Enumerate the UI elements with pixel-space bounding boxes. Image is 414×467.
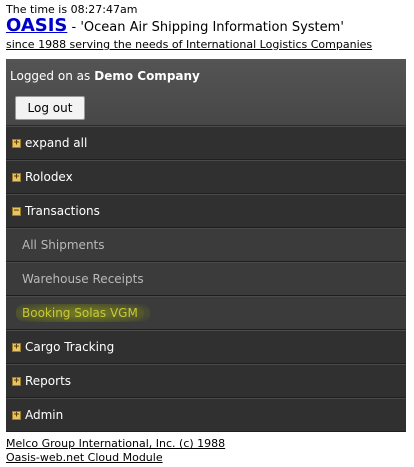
menu-item-label: Admin: [25, 408, 64, 422]
expand-plus-icon: +: [12, 375, 21, 386]
brand-separator: -: [67, 20, 81, 35]
collapse-minus-icon: −: [12, 205, 21, 216]
company-name: Demo Company: [94, 69, 200, 83]
logged-on-text: Logged on as Demo Company: [10, 69, 200, 83]
menu-item-label: expand all: [25, 136, 88, 150]
submenu-item-label: All Shipments: [22, 238, 105, 252]
submenu-item-label: Booking Solas VGM: [16, 304, 150, 322]
menu-item-label: Rolodex: [25, 170, 73, 184]
brand-link[interactable]: OASIS: [6, 15, 67, 36]
menu-item-cargo-tracking[interactable]: + Cargo Tracking: [6, 330, 406, 364]
page: The time is 08:27:47am OASIS - 'Ocean Ai…: [0, 0, 414, 467]
expand-plus-icon: +: [12, 341, 21, 352]
brand-header: OASIS - 'Ocean Air Shipping Information …: [6, 15, 344, 36]
submenu-item-label: Warehouse Receipts: [22, 272, 144, 286]
nav-menu: + expand all + Rolodex − Transactions Al…: [6, 126, 406, 432]
submenu-item-warehouse-receipts[interactable]: Warehouse Receipts: [6, 262, 406, 296]
logout-button[interactable]: Log out: [15, 96, 85, 120]
cloud-module-link[interactable]: Oasis-web.net Cloud Module: [6, 451, 163, 464]
menu-item-admin[interactable]: + Admin: [6, 398, 406, 432]
menu-item-label: Cargo Tracking: [25, 340, 115, 354]
copyright-link[interactable]: Melco Group International, Inc. (c) 1988: [6, 437, 225, 450]
menu-item-label: Reports: [25, 374, 72, 388]
expand-plus-icon: +: [12, 409, 21, 420]
logged-on-label: Logged on as: [10, 69, 91, 83]
expand-plus-icon: +: [12, 171, 21, 182]
expand-plus-icon: +: [12, 137, 21, 148]
menu-item-label: Transactions: [25, 204, 100, 218]
menu-item-transactions[interactable]: − Transactions: [6, 194, 406, 228]
menu-item-rolodex[interactable]: + Rolodex: [6, 160, 406, 194]
menu-item-expand-all[interactable]: + expand all: [6, 126, 406, 160]
since-link[interactable]: since 1988 serving the needs of Internat…: [6, 38, 372, 51]
menu-item-reports[interactable]: + Reports: [6, 364, 406, 398]
login-box: Logged on as Demo Company Log out: [6, 59, 406, 126]
side-menu-panel: Logged on as Demo Company Log out + expan…: [6, 59, 406, 432]
submenu-item-booking-solas-vgm[interactable]: Booking Solas VGM: [6, 296, 406, 330]
submenu-item-all-shipments[interactable]: All Shipments: [6, 228, 406, 262]
brand-tagline: 'Ocean Air Shipping Information System': [80, 20, 344, 35]
